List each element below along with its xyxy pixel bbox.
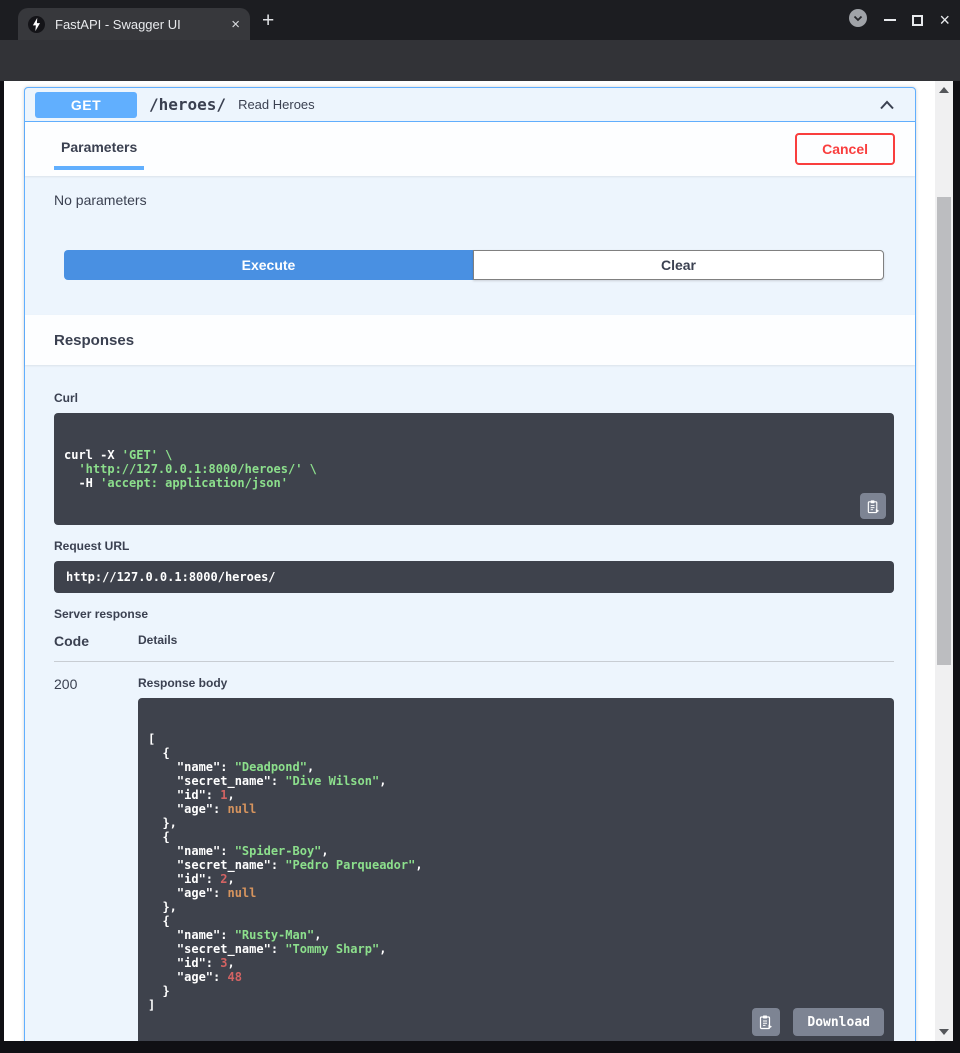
- scroll-up-arrow-icon[interactable]: [939, 87, 949, 93]
- page-content: GET /heroes/ Read Heroes Parameters Canc…: [4, 81, 935, 1041]
- endpoint-summary: Read Heroes: [238, 97, 315, 112]
- code-line: {: [148, 914, 884, 928]
- window-close-button[interactable]: ×: [939, 11, 950, 29]
- page-scrollbar[interactable]: [935, 81, 953, 1041]
- minimize-button[interactable]: [884, 19, 896, 21]
- code-column-header: Code: [54, 633, 138, 649]
- response-details: Response body [ { "name": "Deadpond", "s…: [138, 676, 894, 1041]
- fastapi-favicon-icon: [28, 16, 45, 33]
- code-line: "age": null: [148, 802, 884, 816]
- code-line: "secret_name": "Pedro Parqueador",: [148, 858, 884, 872]
- no-parameters-message: No parameters: [54, 192, 147, 208]
- cancel-button[interactable]: Cancel: [795, 133, 895, 165]
- response-row-200: 200 Response body [ { "name": "Deadpond"…: [54, 662, 894, 1041]
- server-response-table: Code Details 200 Response body [ { "name…: [54, 633, 894, 1041]
- opblock-header[interactable]: GET /heroes/ Read Heroes: [25, 88, 915, 122]
- copy-response-button[interactable]: [752, 1008, 780, 1036]
- code-line: "name": "Spider-Boy",: [148, 844, 884, 858]
- code-line: "id": 3,: [148, 956, 884, 970]
- code-line: "name": "Deadpond",: [148, 760, 884, 774]
- response-body-actions: Download: [752, 1008, 884, 1036]
- collapse-chevron-up-icon[interactable]: [877, 95, 897, 115]
- execute-row: Execute Clear: [25, 238, 915, 300]
- status-code: 200: [54, 676, 138, 1041]
- code-line: }: [148, 984, 884, 998]
- code-line: [: [148, 732, 884, 746]
- code-line: "name": "Rusty-Man",: [148, 928, 884, 942]
- method-badge: GET: [35, 92, 137, 118]
- endpoint-path: /heroes/: [149, 95, 226, 114]
- scroll-down-arrow-icon[interactable]: [939, 1029, 949, 1035]
- request-url-block: http://127.0.0.1:8000/heroes/: [54, 561, 894, 593]
- code-line: {: [148, 830, 884, 844]
- request-url-label: Request URL: [54, 539, 894, 553]
- code-line: },: [148, 816, 884, 830]
- new-tab-button[interactable]: +: [262, 9, 274, 33]
- browser-titlebar: FastAPI - Swagger UI × + ×: [0, 0, 960, 40]
- parameters-header: Parameters Cancel: [25, 122, 915, 176]
- response-body-block: [ { "name": "Deadpond", "secret_name": "…: [138, 698, 894, 1041]
- response-table-header: Code Details: [54, 633, 894, 662]
- tab-search-icon[interactable]: [848, 8, 868, 33]
- tab-close-icon[interactable]: ×: [231, 16, 240, 33]
- maximize-button[interactable]: [912, 15, 923, 26]
- opblock-get-heroes: GET /heroes/ Read Heroes Parameters Canc…: [24, 87, 916, 1041]
- window-controls: ×: [848, 9, 950, 31]
- code-line: "id": 1,: [148, 788, 884, 802]
- code-line: "secret_name": "Dive Wilson",: [148, 774, 884, 788]
- parameters-body: No parameters: [25, 176, 915, 238]
- responses-body: Curl curl -X 'GET' \ 'http://127.0.0.1:8…: [25, 365, 915, 1041]
- curl-label: Curl: [54, 391, 894, 405]
- code-line: curl -X 'GET' \: [64, 448, 884, 462]
- browser-toolbar: ← → 127.0.0.1:8000/docs#/default/read_he…: [0, 40, 960, 81]
- curl-command-block: curl -X 'GET' \ 'http://127.0.0.1:8000/h…: [54, 413, 894, 525]
- server-response-label: Server response: [54, 607, 894, 621]
- code-line: -H 'accept: application/json': [64, 476, 884, 490]
- download-button[interactable]: Download: [793, 1008, 884, 1036]
- code-line: 'http://127.0.0.1:8000/heroes/' \: [64, 462, 884, 476]
- code-line: http://127.0.0.1:8000/heroes/: [66, 570, 882, 584]
- code-line: },: [148, 900, 884, 914]
- details-column-header: Details: [138, 633, 894, 649]
- scrollbar-thumb[interactable]: [937, 197, 951, 665]
- code-line: "secret_name": "Tommy Sharp",: [148, 942, 884, 956]
- code-line: {: [148, 746, 884, 760]
- execute-button[interactable]: Execute: [64, 250, 473, 280]
- code-line: "age": null: [148, 886, 884, 900]
- browser-tab[interactable]: FastAPI - Swagger UI ×: [18, 8, 250, 40]
- tab-title: FastAPI - Swagger UI: [55, 17, 223, 32]
- tab-parameters[interactable]: Parameters: [54, 139, 144, 170]
- code-line: "id": 2,: [148, 872, 884, 886]
- response-body-label: Response body: [138, 676, 894, 690]
- responses-header: Responses: [25, 315, 915, 365]
- clear-button[interactable]: Clear: [473, 250, 884, 280]
- responses-title: Responses: [54, 332, 134, 349]
- copy-curl-button[interactable]: [860, 493, 886, 519]
- code-line: "age": 48: [148, 970, 884, 984]
